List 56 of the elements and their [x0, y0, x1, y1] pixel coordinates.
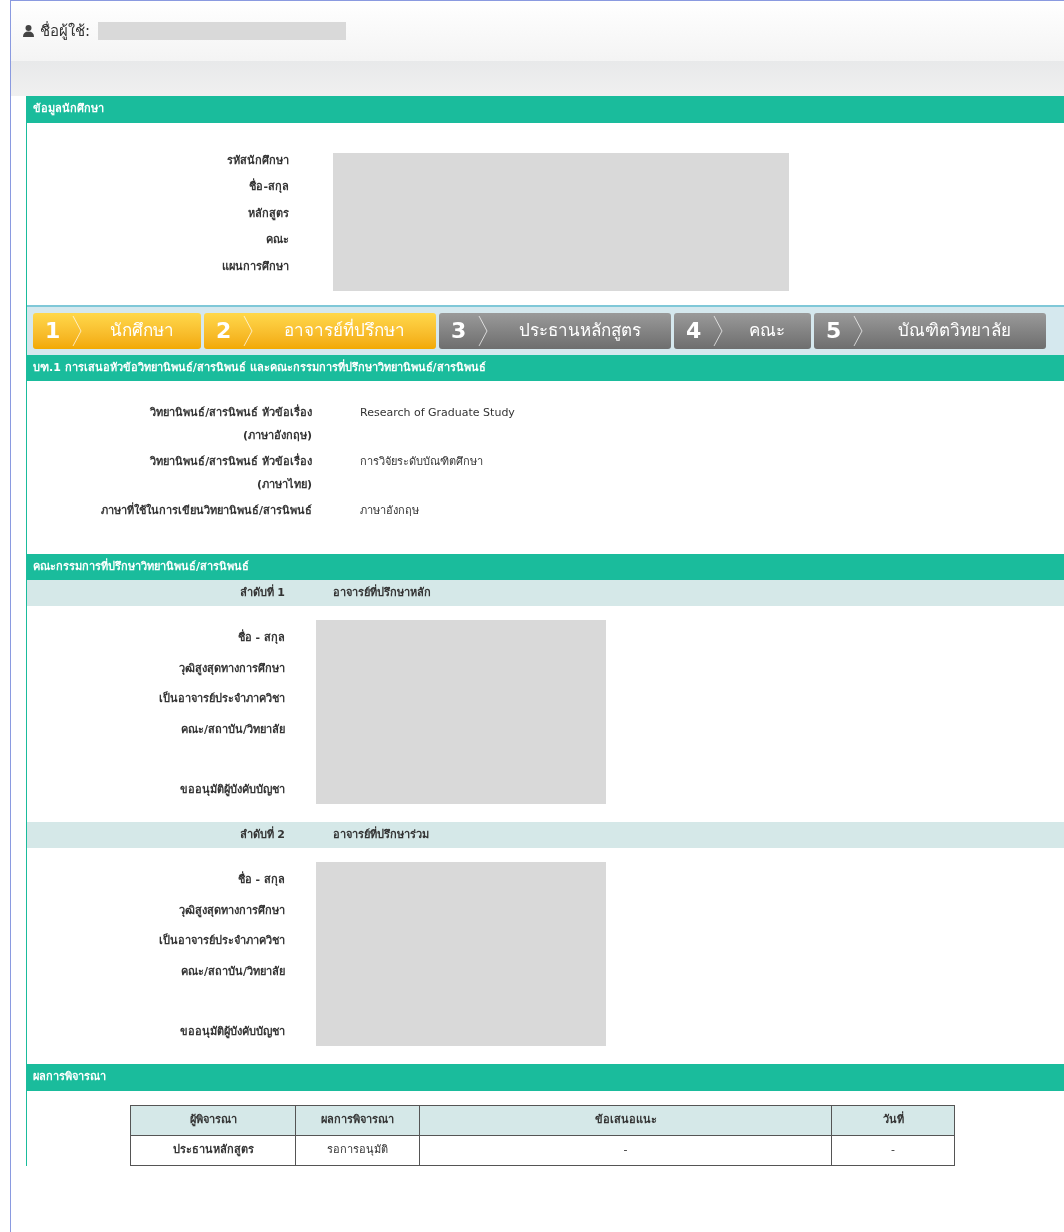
field-label: วุฒิสูงสุดทางการศึกษา — [179, 902, 285, 919]
section-header: คณะกรรมการที่ปรึกษาวิทยานิพนธ์/สารนิพนธ์ — [27, 553, 1064, 580]
step-label: บัณฑิตวิทยาลัย — [897, 318, 1013, 342]
order-label: ลำดับที่ 1 — [238, 584, 285, 601]
section-header: บฑ.1 การเสนอหัวข้อวิทยานิพนธ์/สารนิพนธ์ และคณะกรรมการที่ปรึกษาวิทยานิพนธ์/สารนิพนธ์ — [27, 354, 1064, 381]
chevron-icon — [243, 315, 254, 346]
chevron-icon — [713, 315, 724, 346]
field-label: เป็นอาจารย์ประจำภาควิชา — [159, 933, 285, 949]
user-icon — [23, 25, 34, 37]
field-label: เป็นอาจารย์ประจำภาควิชา — [159, 691, 285, 707]
field-label: วุฒิสูงสุดทางการศึกษา — [179, 660, 285, 677]
table-cell: ประธานหลักสูตร — [130, 1135, 296, 1165]
section-header: ผลการพิจารณา — [27, 1064, 1064, 1091]
field-value: Research of Graduate Study — [360, 405, 515, 421]
field-label: ขออนุมัติผู้บังคับบัญชา — [180, 782, 285, 799]
field-sublabel: (ภาษาอังกฤษ) — [242, 427, 312, 444]
step-number: 3 — [451, 317, 467, 345]
column-header: วันที่ — [831, 1105, 955, 1135]
order-label: ลำดับที่ 2 — [238, 826, 285, 843]
table-cell: รอการอนุมัติ — [295, 1135, 420, 1165]
chevron-icon — [72, 315, 83, 346]
section-header: ข้อมูลนักศึกษา — [27, 96, 1064, 123]
step-label: คณะ — [748, 318, 787, 342]
field-label: ชื่อ-สกุล — [249, 179, 289, 195]
chevron-icon — [478, 315, 489, 346]
step-number: 4 — [686, 317, 702, 345]
step-label: นักศึกษา — [108, 318, 175, 342]
field-label: ขออนุมัติผู้บังคับบัญชา — [180, 1024, 285, 1041]
field-label: คณะ/สถาบัน/วิทยาลัย — [180, 721, 285, 738]
step-label: อาจารย์ที่ปรึกษา — [283, 317, 407, 342]
step-number: 2 — [216, 317, 232, 345]
field-value: ภาษาอังกฤษ — [360, 503, 419, 519]
field-label: วิทยานิพนธ์/สารนิพนธ์ หัวข้อเรื่อง — [150, 405, 312, 421]
step-label: ประธานหลักสูตร — [517, 318, 642, 343]
role-label: อาจารย์ที่ปรึกษาร่วม — [333, 826, 429, 843]
field-label: คณะ/สถาบัน/วิทยาลัย — [180, 963, 285, 980]
field-label: หลักสูตร — [248, 205, 289, 222]
table-cell: - — [419, 1135, 832, 1165]
role-label: อาจารย์ที่ปรึกษาหลัก — [333, 584, 431, 601]
field-label: ชื่อ - สกุล — [237, 872, 285, 888]
username-label: ชื่อผู้ใช้: — [40, 20, 91, 42]
field-label: ชื่อ - สกุล — [237, 630, 285, 646]
field-label: รหัสนักศึกษา — [227, 152, 289, 169]
field-label: แผนการศึกษา — [222, 258, 289, 275]
field-label: คณะ — [266, 232, 289, 248]
chevron-icon — [853, 315, 864, 346]
field-label: วิทยานิพนธ์/สารนิพนธ์ หัวข้อเรื่อง — [150, 454, 312, 470]
table-cell: - — [831, 1135, 955, 1165]
field-sublabel: (ภาษาไทย) — [256, 476, 312, 493]
field-value: การวิจัยระดับบัณฑิตศึกษา — [360, 454, 483, 470]
column-header: ข้อเสนอแนะ — [419, 1105, 832, 1135]
field-label: ภาษาที่ใช้ในการเขียนวิทยานิพนธ์/สารนิพนธ์ — [100, 503, 312, 519]
column-header: ผู้พิจารณา — [130, 1105, 296, 1135]
step-number: 1 — [45, 317, 61, 345]
column-header: ผลการพิจารณา — [295, 1105, 420, 1135]
step-number: 5 — [826, 317, 842, 345]
